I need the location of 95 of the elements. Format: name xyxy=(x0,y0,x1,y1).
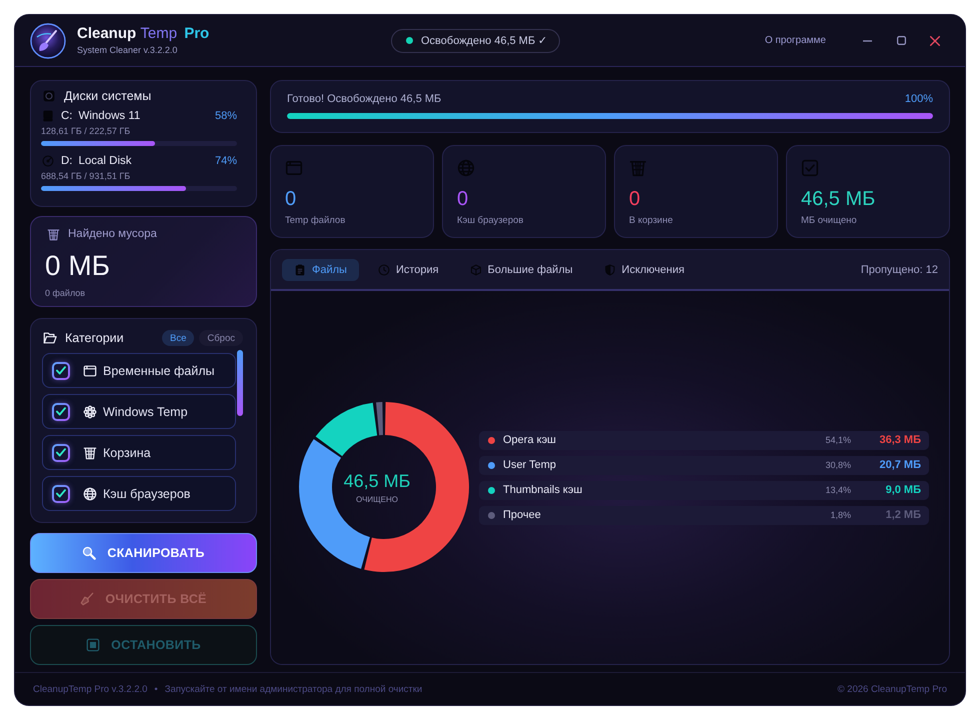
checkbox[interactable] xyxy=(52,402,70,420)
legend-percent: 13,4% xyxy=(825,485,851,495)
disk-percent: 74% xyxy=(214,155,237,167)
footer-version: CleanupTemp Pro v.3.2.2.0 xyxy=(33,684,148,694)
stat-label: Кэш браузеров xyxy=(457,215,524,227)
shield-icon xyxy=(604,264,616,276)
checked-box-icon xyxy=(801,159,819,177)
disk-name: Local Disk xyxy=(78,155,132,167)
checkmark-icon xyxy=(56,366,66,375)
drive-icon xyxy=(42,110,54,122)
progress-percent: 100% xyxy=(904,93,933,105)
wastebasket-icon xyxy=(83,446,97,460)
disc-icon xyxy=(42,155,54,167)
category-label: Временные файлы xyxy=(103,364,214,378)
select-all-button[interactable]: Все xyxy=(162,330,194,346)
scan-button[interactable]: СКАНИРОВАТЬ xyxy=(30,533,257,573)
checkbox[interactable] xyxy=(52,444,70,462)
category-item[interactable]: Кэш браузеров xyxy=(42,476,236,511)
broom-icon xyxy=(80,592,94,606)
legend-label: Прочее xyxy=(503,509,541,521)
stat-label: МБ очищено xyxy=(801,215,858,227)
maximize-icon xyxy=(896,36,906,45)
category-label: Windows Temp xyxy=(103,404,188,418)
stat-label: Temp файлов xyxy=(285,215,346,227)
donut-center-label: ОЧИЩЕНО xyxy=(356,494,398,504)
stop-icon xyxy=(86,638,100,652)
footer-copyright: © 2026 CleanupTemp Pro xyxy=(838,684,947,694)
folder-icon xyxy=(43,331,57,345)
junk-file-count: 0 файлов xyxy=(45,287,86,299)
disks-title: Диски системы xyxy=(64,89,152,103)
checkbox[interactable] xyxy=(52,484,70,502)
categories-title: Категории xyxy=(65,331,124,345)
checkmark-icon xyxy=(56,407,66,416)
category-label: Кэш браузеров xyxy=(103,486,190,500)
reset-button[interactable]: Сброс xyxy=(199,330,243,346)
logo-icon xyxy=(30,22,66,58)
checkmark-icon xyxy=(56,489,66,498)
legend-percent: 1,8% xyxy=(830,510,851,520)
legend-label: User Temp xyxy=(503,459,556,471)
gear-icon xyxy=(83,404,97,418)
minimize-icon xyxy=(862,40,872,42)
legend-size: 9,0 МБ xyxy=(884,484,921,496)
category-item[interactable]: Корзина xyxy=(42,435,236,470)
tab[interactable]: Большие файлы xyxy=(458,258,585,280)
footer-separator: • xyxy=(154,684,158,694)
close-icon xyxy=(930,36,940,46)
checkmark-icon xyxy=(56,448,66,457)
status-text: Освобождено 46,5 МБ ✓ xyxy=(421,34,548,47)
package-icon xyxy=(470,264,482,276)
legend-size: 20,7 МБ xyxy=(878,459,921,471)
legend-percent: 54,1% xyxy=(825,435,851,445)
disk-name: Windows 11 xyxy=(78,110,140,122)
disk-letter: D: xyxy=(61,155,72,167)
search-icon xyxy=(82,546,96,560)
app-title: Cleanup Temp Pro xyxy=(77,25,210,43)
stat-value: 0 xyxy=(457,187,468,211)
status-dot-icon xyxy=(406,37,413,44)
clipboard-icon xyxy=(294,264,306,276)
category-item[interactable]: Временные файлы xyxy=(42,353,236,388)
junk-size: 0 МБ xyxy=(45,250,110,282)
stat-value: 46,5 МБ xyxy=(801,187,876,211)
junk-title: Найдено мусора xyxy=(68,228,157,240)
app-subtitle: System Cleaner v.3.2.2.0 xyxy=(77,45,178,56)
donut-center-value: 46,5 МБ xyxy=(344,470,410,492)
wastebasket-icon xyxy=(47,228,60,240)
category-label: Корзина xyxy=(103,446,151,460)
disk-usage-text: 128,61 ГБ / 222,57 ГБ xyxy=(41,125,132,137)
globe-icon xyxy=(83,486,97,500)
footer-hint: Запускайте от имени администратора для полной очистки xyxy=(164,684,422,694)
stat-value: 0 xyxy=(629,187,640,211)
legend-size: 36,3 МБ xyxy=(878,434,921,446)
disk-icon xyxy=(43,90,55,102)
tab[interactable]: Файлы xyxy=(282,258,359,280)
stat-label: В корзине xyxy=(629,215,674,227)
skipped-count: Пропущено: 12 xyxy=(860,264,938,276)
window-icon xyxy=(83,364,97,378)
legend-percent: 30,8% xyxy=(825,460,851,470)
tab[interactable]: Исключения xyxy=(592,258,696,280)
scrollbar[interactable] xyxy=(237,350,243,416)
checkbox[interactable] xyxy=(52,362,70,380)
legend-label: Thumbnails кэш xyxy=(503,484,582,496)
tab[interactable]: История xyxy=(366,258,451,280)
globe-icon xyxy=(457,159,475,177)
category-item[interactable]: Windows Temp xyxy=(42,394,236,429)
about-link[interactable]: О программе xyxy=(764,35,826,46)
legend-label: Opera кэш xyxy=(503,434,556,446)
progress-message: Готово! Освобождено 46,5 МБ xyxy=(287,93,442,105)
disk-percent: 58% xyxy=(214,110,237,122)
disk-letter: C: xyxy=(61,110,72,122)
window-icon xyxy=(285,159,303,177)
stat-value: 0 xyxy=(285,187,296,211)
legend-size: 1,2 МБ xyxy=(884,509,921,521)
clock-icon xyxy=(378,264,390,276)
disk-usage-text: 688,54 ГБ / 931,51 ГБ xyxy=(41,170,132,182)
wastebasket-icon xyxy=(629,159,647,177)
